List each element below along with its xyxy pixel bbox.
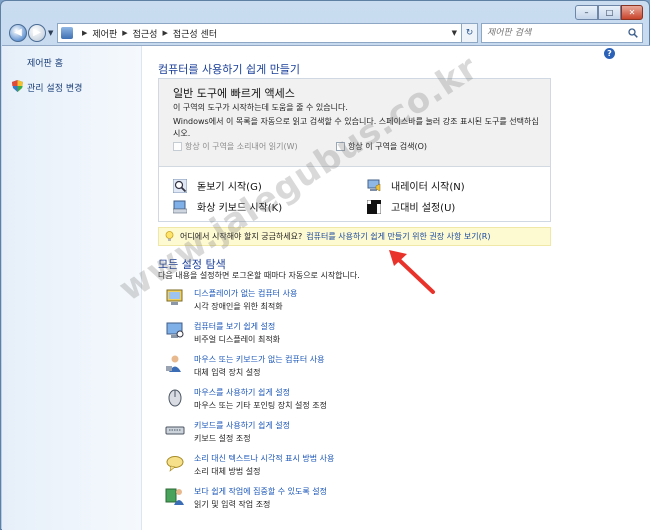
- back-button[interactable]: ◀: [9, 24, 27, 42]
- task-mouse-easier-desc: 마우스 또는 기타 포인팅 장치 설정 조정: [194, 401, 328, 410]
- search-box[interactable]: [481, 23, 643, 43]
- task-keyboard-easier-link[interactable]: 키보드를 사용하기 쉽게 설정: [194, 420, 290, 431]
- reading-person-icon: [165, 488, 184, 505]
- start-narrator-label: 내레이터 시작(N): [391, 182, 465, 193]
- forward-button[interactable]: ▶: [28, 24, 46, 42]
- task-keyboard-easier[interactable]: 키보드를 사용하기 쉽게 설정 키보드 설정 조정: [165, 418, 545, 446]
- recommendations-link[interactable]: 컴퓨터를 사용하기 쉽게 만들기 위한 권장 사항 보기(R): [306, 231, 490, 242]
- keyboard-icon: [165, 426, 185, 435]
- red-pointer-arrow-icon: [389, 250, 435, 294]
- sidebar-link-admin-settings[interactable]: 관리 설정 변경: [27, 81, 82, 94]
- high-contrast-link[interactable]: 고대비 설정(U): [367, 199, 455, 214]
- display-icon: [166, 322, 184, 338]
- task-focus-easier[interactable]: 보다 쉽게 작업에 집중할 수 있도록 설정 읽기 및 입력 작업 조정: [165, 484, 545, 512]
- close-button[interactable]: ✕: [621, 5, 643, 20]
- breadcrumb-accessibility[interactable]: 접근성: [133, 27, 158, 40]
- breadcrumb-separator-icon[interactable]: ▶: [122, 29, 127, 37]
- client-area: 제어판 홈 관리 설정 변경 컴퓨터를 사용하기 쉽게 만들기 일반 도구에 빠…: [2, 45, 650, 530]
- breadcrumb-control-panel[interactable]: 제어판: [92, 27, 117, 40]
- task-sound-alternatives-desc: 소리 대체 방법 설정: [194, 467, 261, 476]
- caption-buttons: – □ ✕: [575, 5, 643, 20]
- task-no-mouse-keyboard-desc: 대체 입력 장치 설정: [194, 368, 261, 377]
- task-no-mouse-keyboard[interactable]: 마우스 또는 키보드가 없는 컴퓨터 사용 대체 입력 장치 설정: [165, 352, 545, 380]
- task-no-display[interactable]: 디스플레이가 없는 컴퓨터 사용 시각 장애인을 위한 최적화: [165, 286, 545, 314]
- shield-icon: [12, 80, 23, 92]
- read-aloud-label: 항상 이 구역을 소리내어 읽기(W): [185, 142, 298, 151]
- high-contrast-icon: [367, 199, 381, 214]
- task-keyboard-easier-desc: 키보드 설정 조정: [194, 434, 251, 443]
- minimize-button[interactable]: –: [575, 5, 598, 20]
- control-panel-window: – □ ✕ ◀ ▶ ▼ ▶ 제어판 ▶ 접근성 ▶ 접근성 센터 ▼ ↻ 제어판: [0, 0, 650, 530]
- refresh-button[interactable]: ↻: [462, 23, 478, 43]
- task-focus-easier-link[interactable]: 보다 쉽게 작업에 집중할 수 있도록 설정: [194, 486, 327, 497]
- task-no-mouse-keyboard-link[interactable]: 마우스 또는 키보드가 없는 컴퓨터 사용: [194, 354, 324, 365]
- high-contrast-label: 고대비 설정(U): [391, 203, 456, 214]
- task-sound-alternatives-link[interactable]: 소리 대신 텍스트나 시각적 표시 방법 사용: [194, 453, 334, 464]
- start-narrator-link[interactable]: 내레이터 시작(N): [367, 178, 465, 193]
- task-focus-easier-desc: 읽기 및 입력 작업 조정: [194, 500, 271, 509]
- scrollbar[interactable]: [636, 46, 650, 530]
- sidebar-link-control-panel-home[interactable]: 제어판 홈: [27, 56, 63, 69]
- speech-bubble-icon: [166, 456, 184, 472]
- control-panel-icon: [61, 27, 73, 39]
- task-sound-alternatives[interactable]: 소리 대신 텍스트나 시각적 표시 방법 사용 소리 대체 방법 설정: [165, 451, 545, 479]
- monitor-icon: [166, 289, 183, 305]
- on-screen-keyboard-icon: [173, 200, 187, 213]
- breadcrumb-separator-icon[interactable]: ▶: [162, 29, 167, 37]
- maximize-button[interactable]: □: [598, 5, 621, 20]
- task-easier-to-see[interactable]: 컴퓨터를 보기 쉽게 설정 비주얼 디스플레이 최적화: [165, 319, 545, 347]
- magnifier-icon: [173, 178, 187, 193]
- task-mouse-easier[interactable]: 마우스를 사용하기 쉽게 설정 마우스 또는 기타 포인팅 장치 설정 조정: [165, 385, 545, 413]
- task-no-display-desc: 시각 장애인을 위한 최적화: [194, 302, 283, 311]
- narrator-icon: [367, 179, 381, 191]
- person-icon: [166, 355, 181, 372]
- checkbox-box[interactable]: [173, 142, 182, 151]
- task-easier-to-see-link[interactable]: 컴퓨터를 보기 쉽게 설정: [194, 321, 275, 332]
- quick-access-description: 이 구역의 도구가 시작하는데 도움을 줄 수 있습니다.: [173, 103, 348, 112]
- address-bar[interactable]: ▶ 제어판 ▶ 접근성 ▶ 접근성 센터 ▼: [57, 23, 462, 43]
- breadcrumb-ease-of-access-center[interactable]: 접근성 센터: [173, 27, 217, 40]
- breadcrumb-separator-icon[interactable]: ▶: [82, 29, 87, 37]
- recent-pages-dropdown[interactable]: ▼: [48, 29, 53, 37]
- search-icon[interactable]: [628, 28, 638, 38]
- search-input[interactable]: [487, 28, 617, 38]
- navigation-bar: ◀ ▶ ▼ ▶ 제어판 ▶ 접근성 ▶ 접근성 센터 ▼ ↻: [7, 23, 643, 43]
- quick-access-title: 일반 도구에 빠르게 액세스: [173, 87, 295, 100]
- mouse-icon: [168, 389, 182, 407]
- task-easier-to-see-desc: 비주얼 디스플레이 최적화: [194, 335, 281, 344]
- page-title: 컴퓨터를 사용하기 쉽게 만들기: [158, 63, 301, 76]
- address-dropdown-icon[interactable]: ▼: [452, 29, 457, 37]
- read-aloud-checkbox[interactable]: 항상 이 구역을 소리내어 읽기(W): [173, 141, 298, 152]
- task-no-display-link[interactable]: 디스플레이가 없는 컴퓨터 사용: [194, 288, 297, 299]
- task-mouse-easier-link[interactable]: 마우스를 사용하기 쉽게 설정: [194, 387, 290, 398]
- help-icon[interactable]: ?: [604, 48, 615, 59]
